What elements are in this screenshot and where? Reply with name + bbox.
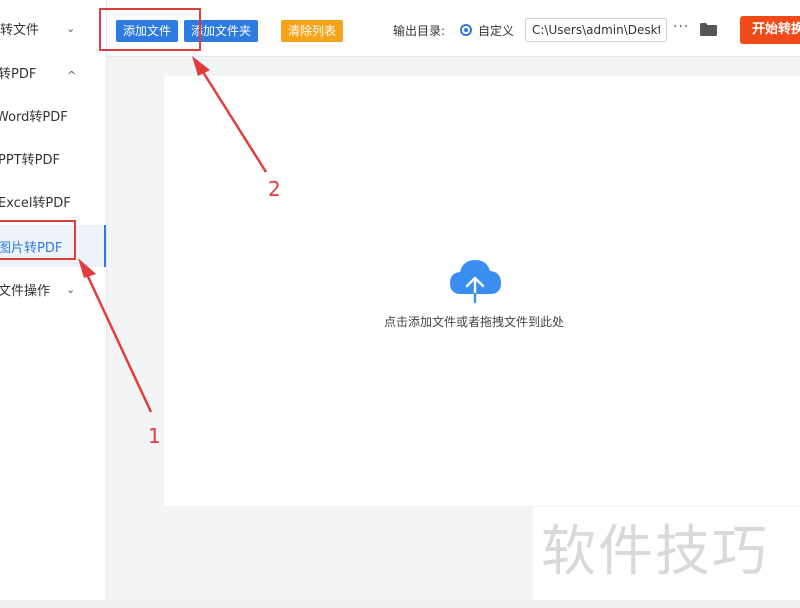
sidebar-item-word-to-pdf[interactable]: Word转PDF [0,95,106,135]
sidebar-item-label: 转PDF [0,66,37,82]
more-options-icon[interactable]: ··· [673,19,689,35]
file-drop-zone[interactable]: 点击添加文件或者拖拽文件到此处 [164,76,800,506]
sidebar-item-label: PPT转PDF [0,152,60,168]
sidebar-item-convert-pdf[interactable]: 转PDF ^ [0,52,106,92]
annotation-label-1: 1 [148,424,161,448]
sidebar-item-excel-to-pdf[interactable]: Excel转PDF [0,181,106,221]
sidebar-item-file-operations[interactable]: 文件操作 ⌄ [0,269,106,309]
sidebar: 转文件 ⌄ 转PDF ^ Word转PDF PPT转PDF Excel转PDF … [0,0,107,600]
output-path-input[interactable] [525,18,667,42]
cloud-upload-icon [450,260,501,304]
custom-radio[interactable] [460,24,472,36]
chevron-down-icon: ⌄ [66,21,76,35]
chevron-up-icon: ^ [67,69,77,82]
annotation-box-2 [99,8,201,51]
annotation-box-1 [0,220,76,260]
output-dir-label: 输出目录: [393,24,446,38]
chevron-down-icon: ⌄ [66,282,76,296]
sidebar-item-convert-file[interactable]: 转文件 ⌄ [0,8,106,48]
custom-radio-label[interactable]: 自定义 [478,20,514,42]
sidebar-item-label: Word转PDF [0,109,68,125]
clear-list-button[interactable]: 清除列表 [281,20,344,42]
folder-icon[interactable] [700,23,717,36]
sidebar-item-label: Excel转PDF [0,195,71,211]
drop-hint-text: 点击添加文件或者拖拽文件到此处 [383,315,564,329]
annotation-label-2: 2 [268,177,281,201]
sidebar-item-label: 转文件 [0,22,40,38]
toolbar: 添加文件 添加文件夹 清除列表 输出目录: 自定义 ··· 开始转换 [107,0,800,57]
start-convert-button[interactable]: 开始转换 [740,16,800,44]
sidebar-item-ppt-to-pdf[interactable]: PPT转PDF [0,138,106,178]
bottom-bar [0,600,800,608]
watermark-text: 软件技巧 [541,519,770,583]
sidebar-item-label: 文件操作 [0,283,51,299]
